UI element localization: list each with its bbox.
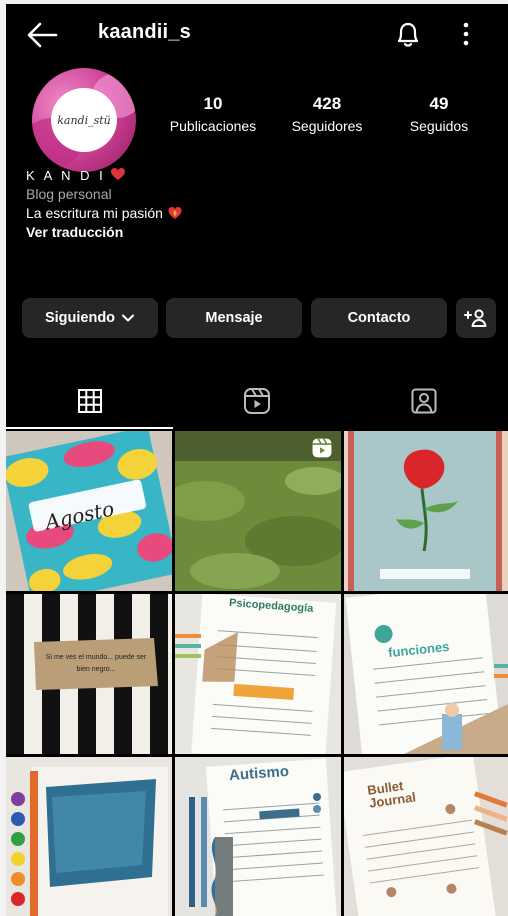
profile-tabs [6, 374, 508, 430]
burning-heart-icon [168, 207, 182, 219]
translate-link[interactable]: Ver traducción [26, 223, 183, 242]
stat-followers[interactable]: 428 Seguidores [272, 94, 382, 134]
post-quote-text: Si me ves el mundo... puede ser bien neg… [45, 654, 147, 673]
suggest-users-button[interactable] [456, 298, 496, 338]
stat-followers-value: 428 [312, 94, 342, 113]
avatar-inner-circle: kandi_stü [51, 88, 117, 152]
username-title: kaandii_s [98, 21, 191, 43]
profile-category: Blog personal [26, 186, 112, 202]
profile-bio: K A N D I Blog personal La escritura mi … [26, 166, 183, 242]
tagged-person-icon [411, 388, 436, 414]
contact-button[interactable]: Contacto [311, 298, 447, 338]
active-tab-indicator [6, 427, 173, 429]
tab-reels[interactable] [173, 374, 340, 428]
back-arrow-icon[interactable] [26, 21, 58, 49]
profile-name: K A N D I [26, 168, 106, 183]
post-thumbnail[interactable] [175, 431, 341, 591]
reels-icon [243, 388, 270, 414]
contact-button-label: Contacto [347, 310, 411, 326]
reel-badge-icon [312, 438, 332, 458]
avatar-logo-text: kandi_stü [57, 113, 111, 127]
profile-screen: kaandii_s kandi_stü 10 Publicaciones 428… [6, 4, 508, 916]
stat-posts[interactable]: 10 Publicaciones [158, 94, 268, 134]
tab-tagged[interactable] [340, 374, 507, 428]
profile-bio-text: La escritura mi pasión [26, 205, 163, 221]
grid-icon [77, 389, 102, 413]
post-thumbnail[interactable]: Bullet Journal [344, 757, 508, 916]
stat-following[interactable]: 49 Seguidos [384, 94, 494, 134]
post-image-watercolor [6, 757, 172, 916]
red-heart-icon [110, 168, 125, 180]
following-button-label: Siguiendo [44, 310, 116, 326]
following-button[interactable]: Siguiendo [22, 298, 158, 338]
stat-posts-label: Publicaciones [169, 118, 257, 134]
more-options-icon[interactable] [461, 20, 471, 48]
post-thumbnail[interactable] [344, 431, 508, 591]
post-thumbnail[interactable]: funciones [344, 594, 508, 754]
chevron-down-icon [122, 314, 135, 322]
notification-bell-icon[interactable] [394, 19, 422, 49]
tab-posts-grid[interactable] [6, 374, 173, 428]
add-person-icon [464, 309, 487, 327]
profile-avatar[interactable]: kandi_stü [32, 68, 136, 172]
post-image-psico [175, 594, 341, 754]
top-bar: kaandii_s [6, 4, 508, 66]
stat-followers-label: Seguidores [291, 118, 363, 134]
post-image-funciones [344, 594, 508, 754]
post-thumbnail[interactable]: Agosto [6, 431, 172, 591]
post-thumbnail[interactable]: Si me ves el mundo... puede ser bien neg… [6, 594, 172, 754]
posts-grid: Agosto Si me ves el mundo... puede ser b… [6, 431, 508, 916]
stat-following-value: 49 [429, 94, 449, 113]
post-image-agosto: Agosto [6, 431, 172, 591]
message-button-label: Mensaje [205, 310, 263, 326]
post-image-rose [344, 431, 508, 591]
stat-posts-value: 10 [203, 94, 223, 113]
post-thumbnail[interactable]: Autismo [175, 757, 341, 916]
message-button[interactable]: Mensaje [166, 298, 302, 338]
post-thumbnail[interactable]: Psicopedagogía [175, 594, 341, 754]
post-thumbnail[interactable] [6, 757, 172, 916]
stat-following-label: Seguidos [409, 118, 469, 134]
